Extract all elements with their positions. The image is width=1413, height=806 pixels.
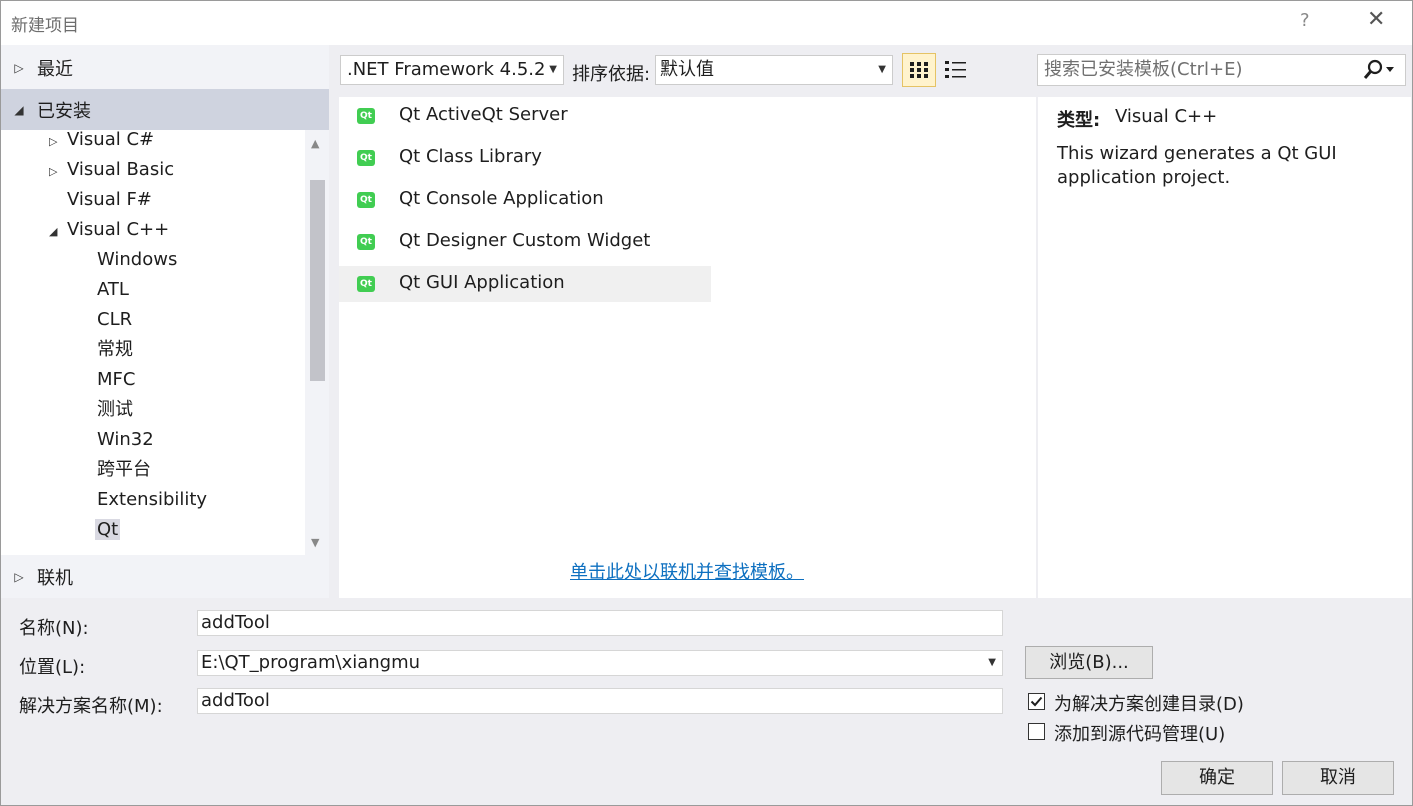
sort-select[interactable]: 默认值 ▼ xyxy=(655,55,893,85)
add-to-source-control-label: 添加到源代码管理(U) xyxy=(1054,724,1226,745)
location-label: 位置(L): xyxy=(19,657,86,678)
nav-online-label: 联机 xyxy=(37,568,73,589)
qt-icon: Qt xyxy=(357,108,375,124)
chevron-right-icon: ▷ xyxy=(14,61,24,75)
cancel-button[interactable]: 取消 xyxy=(1282,761,1394,795)
create-directory-label: 为解决方案创建目录(D) xyxy=(1054,694,1244,715)
chevron-down-icon: ▼ xyxy=(988,657,996,668)
nav-online[interactable]: ▷ 联机 xyxy=(1,558,329,596)
qt-icon: Qt xyxy=(357,192,375,208)
chevron-right-icon: ▷ xyxy=(14,570,24,584)
template-qt-console-application[interactable]: Qt Qt Console Application xyxy=(339,182,711,218)
tree-item-general[interactable]: 常规 xyxy=(97,336,133,364)
chevron-down-icon: ▼ xyxy=(549,64,557,75)
tree-item-win32[interactable]: Win32 xyxy=(97,426,154,454)
nav-installed-label: 已安装 xyxy=(37,100,91,122)
solution-name-label: 解决方案名称(M): xyxy=(19,696,163,717)
name-field[interactable]: addTool xyxy=(197,610,1003,636)
type-value: Visual C++ xyxy=(1115,106,1218,127)
nav-installed[interactable]: ◢ 已安装 xyxy=(1,89,329,130)
chevron-right-icon: ▷ xyxy=(49,165,58,178)
nav-recent[interactable]: ▷ 最近 xyxy=(1,49,329,87)
find-templates-online-link[interactable]: 单击此处以联机并查找模板。 xyxy=(570,558,804,584)
name-label: 名称(N): xyxy=(19,618,89,639)
scroll-up-icon[interactable]: ▲ xyxy=(311,137,319,150)
tree-item-qt[interactable]: Qt xyxy=(95,516,121,544)
search-input[interactable]: 搜索已安装模板(Ctrl+E) xyxy=(1037,54,1406,86)
browse-button[interactable]: 浏览(B)... xyxy=(1025,646,1153,679)
qt-icon: Qt xyxy=(357,234,375,250)
grid-view-icon[interactable] xyxy=(902,53,936,87)
chevron-right-icon: ▷ xyxy=(49,135,58,148)
close-icon[interactable]: ✕ xyxy=(1367,7,1385,32)
expanded-triangle-icon: ◢ xyxy=(14,102,24,117)
tree-item-cross-platform[interactable]: 跨平台 xyxy=(97,456,151,484)
tree-item-test[interactable]: 测试 xyxy=(97,396,133,424)
template-description: This wizard generates a Qt GUI applicati… xyxy=(1057,143,1337,188)
create-directory-checkbox[interactable] xyxy=(1028,693,1045,710)
tree-item-visual-cpp[interactable]: ◢ Visual C++ xyxy=(49,216,169,244)
template-qt-gui-application[interactable]: Qt Qt GUI Application xyxy=(339,266,711,302)
template-tree: ▷ Visual C# ▷ Visual Basic Visual F# ◢ Visu… xyxy=(1,130,305,555)
add-to-source-control-checkbox[interactable] xyxy=(1028,723,1045,740)
tree-item-visual-basic[interactable]: ▷ Visual Basic xyxy=(49,156,174,184)
template-qt-activeqt-server[interactable]: Qt Qt ActiveQt Server xyxy=(339,98,711,134)
qt-icon: Qt xyxy=(357,150,375,166)
scrollbar-thumb[interactable] xyxy=(310,180,325,381)
location-field[interactable]: E:\QT_program\xiangmu ▼ xyxy=(197,650,1003,676)
search-icon[interactable] xyxy=(1362,58,1396,82)
window-title: 新建项目 xyxy=(11,16,79,36)
checkmark-icon xyxy=(1030,696,1043,707)
framework-select[interactable]: .NET Framework 4.5.2 ▼ xyxy=(340,55,564,85)
template-qt-designer-custom-widget[interactable]: Qt Qt Designer Custom Widget xyxy=(339,224,711,260)
tree-item-windows[interactable]: Windows xyxy=(97,246,177,274)
tree-item-mfc[interactable]: MFC xyxy=(97,366,135,394)
tree-item-extensibility[interactable]: Extensibility xyxy=(97,486,207,514)
expanded-triangle-icon: ◢ xyxy=(49,225,58,238)
template-qt-class-library[interactable]: Qt Qt Class Library xyxy=(339,140,711,176)
tree-item-atl[interactable]: ATL xyxy=(97,276,129,304)
help-button[interactable]: ? xyxy=(1300,10,1310,31)
title-bar xyxy=(1,1,1412,45)
qt-icon: Qt xyxy=(357,276,375,292)
tree-item-visual-csharp[interactable]: ▷ Visual C# xyxy=(49,130,154,154)
type-label: 类型: xyxy=(1057,110,1101,131)
solution-name-field[interactable]: addTool xyxy=(197,688,1003,714)
chevron-down-icon: ▼ xyxy=(878,64,886,75)
nav-recent-label: 最近 xyxy=(37,59,73,80)
ok-button[interactable]: 确定 xyxy=(1161,761,1273,795)
tree-item-visual-fsharp[interactable]: Visual F# xyxy=(49,186,152,214)
tree-item-clr[interactable]: CLR xyxy=(97,306,132,334)
list-view-icon[interactable] xyxy=(943,57,969,83)
scroll-down-icon[interactable]: ▼ xyxy=(311,536,319,549)
sort-label: 排序依据: xyxy=(572,64,651,85)
